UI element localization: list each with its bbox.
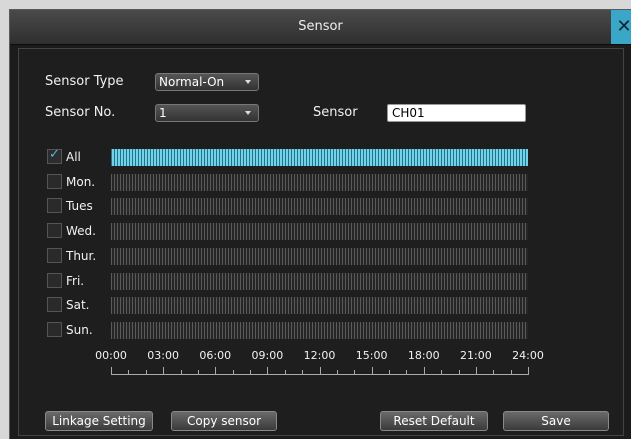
sensor-no-value: 1	[159, 106, 167, 120]
checkmark-icon: ✓	[49, 147, 60, 162]
ruler-tick	[197, 370, 199, 375]
save-button[interactable]: Save	[503, 411, 609, 431]
sensor-no-label: Sensor No.	[45, 105, 116, 120]
day-label: Sun.	[66, 322, 93, 337]
day-checkbox[interactable]: ✓	[47, 147, 62, 164]
copy-sensor-button[interactable]: Copy sensor	[171, 411, 277, 431]
day-label: Tues	[66, 199, 93, 214]
schedule-bar[interactable]	[111, 321, 528, 339]
ruler-tick	[180, 370, 182, 375]
hour-label: 00:00	[95, 349, 127, 362]
dialog-title: Sensor	[298, 19, 343, 34]
ruler-tick	[284, 370, 286, 375]
hour-label: 15:00	[355, 349, 388, 362]
sensor-type-value: Normal-On	[159, 75, 225, 89]
ruler-tick	[215, 367, 217, 375]
day-checkbox[interactable]	[47, 198, 62, 214]
ruler-tick	[528, 367, 529, 375]
ruler-tick	[128, 370, 130, 375]
chevron-down-icon	[245, 80, 251, 84]
ruler-tick	[406, 370, 408, 375]
day-checkbox[interactable]	[47, 173, 62, 189]
ruler-tick	[510, 370, 512, 375]
schedule-bar[interactable]	[111, 149, 528, 166]
schedule-bar[interactable]	[111, 173, 528, 191]
chevron-down-icon	[245, 111, 251, 115]
reset-default-button[interactable]: Reset Default	[380, 411, 488, 431]
day-checkbox[interactable]	[47, 223, 62, 239]
day-label: Mon.	[66, 174, 96, 189]
schedule-bar[interactable]	[111, 223, 528, 241]
day-label: All	[66, 150, 81, 164]
close-button[interactable]: ✕	[611, 10, 631, 44]
hour-label: 06:00	[199, 349, 232, 362]
sensor-name-input[interactable]: CH01	[387, 104, 526, 122]
ruler-tick	[475, 367, 477, 375]
day-label: Fri.	[66, 273, 85, 288]
ruler-tick	[371, 367, 373, 375]
sensor-dialog: Sensor ✕ Sensor Type Normal-On Sensor No…	[9, 9, 631, 439]
ruler-tick	[389, 370, 390, 375]
schedule-bar[interactable]	[111, 198, 528, 216]
hour-label: 12:00	[303, 349, 336, 362]
schedule-bar[interactable]	[111, 272, 528, 290]
ruler-tick	[163, 367, 165, 375]
hour-label: 09:00	[251, 349, 284, 362]
ruler-tick	[354, 370, 356, 375]
hour-label: 21:00	[460, 349, 492, 362]
hour-label: 18:00	[407, 349, 440, 362]
sensor-type-select[interactable]: Normal-On	[155, 73, 259, 91]
time-ruler	[111, 365, 529, 377]
schedule-bar[interactable]	[111, 297, 528, 315]
ruler-tick	[319, 367, 321, 375]
sensor-type-label: Sensor Type	[45, 74, 124, 89]
ruler-tick	[232, 370, 234, 375]
day-label: Sat.	[66, 298, 90, 313]
ruler-tick	[302, 370, 304, 375]
ruler-tick	[336, 370, 338, 375]
ruler-tick	[267, 367, 269, 375]
day-checkbox[interactable]	[47, 297, 62, 313]
ruler-tick	[111, 367, 112, 375]
day-checkbox[interactable]	[47, 247, 62, 263]
day-label: Thur.	[66, 248, 97, 263]
ruler-tick	[441, 370, 443, 375]
day-label: Wed.	[66, 224, 96, 239]
hour-label: 03:00	[147, 349, 179, 362]
ruler-tick	[250, 370, 251, 375]
title-bar: Sensor ✕	[10, 10, 631, 45]
sensor-no-select[interactable]: 1	[155, 104, 259, 122]
sensor-name-label: Sensor	[313, 105, 358, 120]
day-checkbox[interactable]	[47, 272, 62, 288]
ruler-tick	[145, 370, 147, 375]
linkage-setting-button[interactable]: Linkage Setting	[45, 411, 153, 431]
ruler-tick	[458, 370, 460, 375]
day-checkbox[interactable]	[47, 321, 62, 337]
schedule-bar[interactable]	[111, 247, 528, 265]
hour-label: 24:00	[512, 349, 544, 362]
ruler-tick	[423, 367, 425, 375]
content-panel: Sensor Type Normal-On Sensor No. 1 Senso…	[18, 48, 624, 436]
ruler-tick	[493, 370, 495, 375]
